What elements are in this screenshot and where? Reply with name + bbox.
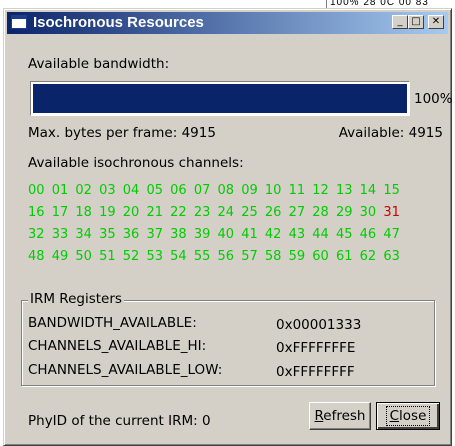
- channel-available: 11: [288, 183, 306, 198]
- channel-available: 53: [146, 249, 163, 264]
- channel-available: 22: [170, 205, 187, 220]
- register-name: CHANNELS_AVAILABLE_LOW:: [28, 362, 223, 378]
- refresh-button-label: Refresh: [314, 408, 366, 424]
- channel-row: 48 49 50 51 52 53 54 55 56 57 58 59 60 61 62 63: [28, 246, 448, 268]
- available-channels-label: Available isochronous channels:: [28, 155, 244, 171]
- channel-available: 19: [99, 205, 116, 220]
- channel-available: 07: [193, 183, 211, 198]
- window-title: Isochronous Resources: [33, 14, 204, 31]
- available-bandwidth-label: Available bandwidth:: [28, 56, 170, 72]
- channel-available: 47: [383, 227, 400, 242]
- channel-available: 33: [51, 227, 69, 242]
- channel-available: 45: [335, 227, 353, 242]
- channel-available: 54: [170, 249, 187, 264]
- channel-available: 40: [217, 227, 235, 242]
- close-window-button[interactable]: ✕: [428, 15, 444, 29]
- channel-available: 61: [335, 249, 353, 264]
- channel-available: 63: [383, 249, 400, 264]
- window-icon: [11, 15, 27, 29]
- channel-available: 02: [75, 183, 92, 198]
- channel-available: 36: [122, 227, 140, 242]
- channel-available: 21: [146, 205, 163, 220]
- channel-available: 26: [264, 205, 282, 220]
- channel-available: 56: [217, 249, 235, 264]
- channel-available: 50: [75, 249, 92, 264]
- channel-available: 34: [75, 227, 92, 242]
- channel-used: 31: [383, 205, 400, 220]
- title-bar[interactable]: Isochronous Resources _ □ ✕: [7, 12, 448, 34]
- channel-available: 09: [241, 183, 258, 198]
- register-value: 0xFFFFFFFF: [276, 364, 355, 380]
- bandwidth-progress-bar: [30, 81, 410, 116]
- bandwidth-progress-fill: [33, 84, 407, 113]
- channel-available: 35: [99, 227, 116, 242]
- channel-available: 57: [241, 249, 258, 264]
- channel-grid: 00 01 02 03 04 05 06 07 08 09 10 11 12 13 14 15 16 17 18 19…: [28, 180, 448, 268]
- channel-available: 48: [28, 249, 45, 264]
- channel-available: 24: [217, 205, 235, 220]
- channel-available: 44: [312, 227, 329, 242]
- channel-available: 15: [383, 183, 400, 198]
- close-button[interactable]: Close: [376, 402, 440, 430]
- channel-available: 06: [170, 183, 187, 198]
- channel-available: 59: [288, 249, 306, 264]
- channel-available: 51: [99, 249, 116, 264]
- close-button-label: Close: [385, 406, 431, 426]
- channel-available: 04: [122, 183, 140, 198]
- phyid-label: PhyID of the current IRM: 0: [28, 413, 211, 429]
- channel-available: 10: [264, 183, 282, 198]
- channel-available: 25: [241, 205, 258, 220]
- channel-available: 49: [51, 249, 69, 264]
- background-text: 100% 28 0C 00 83: [330, 0, 429, 8]
- channel-row: 00 01 02 03 04 05 06 07 08 09 10 11 12 13 14 15: [28, 180, 448, 202]
- refresh-button[interactable]: Refresh: [309, 402, 371, 430]
- register-name: CHANNELS_AVAILABLE_HI:: [28, 338, 207, 354]
- channel-available: 16: [28, 205, 45, 220]
- channel-available: 32: [28, 227, 45, 242]
- channel-available: 58: [264, 249, 282, 264]
- channel-available: 01: [51, 183, 69, 198]
- channel-available: 55: [193, 249, 211, 264]
- channel-available: 00: [28, 183, 45, 198]
- channel-available: 37: [146, 227, 163, 242]
- channel-available: 52: [122, 249, 140, 264]
- channel-available: 38: [170, 227, 187, 242]
- channel-available: 43: [288, 227, 306, 242]
- register-value: 0x00001333: [276, 317, 362, 333]
- channel-available: 29: [335, 205, 353, 220]
- channel-available: 08: [217, 183, 235, 198]
- register-value: 0xFFFFFFFE: [276, 340, 356, 356]
- channel-available: 28: [312, 205, 329, 220]
- channel-available: 20: [122, 205, 140, 220]
- minimize-button[interactable]: _: [392, 15, 408, 29]
- channel-available: 60: [312, 249, 329, 264]
- available-bytes-label: Available: 4915: [338, 125, 443, 141]
- channel-available: 13: [335, 183, 353, 198]
- channel-available: 46: [359, 227, 377, 242]
- channel-available: 18: [75, 205, 92, 220]
- channel-available: 27: [288, 205, 306, 220]
- background-divider: [326, 0, 327, 8]
- channel-available: 42: [264, 227, 282, 242]
- max-bytes-label: Max. bytes per frame: 4915: [28, 125, 216, 141]
- channel-available: 62: [359, 249, 377, 264]
- channel-row: 16 17 18 19 20 21 22 23 24 25 26 27 28 29 30 31: [28, 202, 448, 224]
- channel-available: 30: [359, 205, 377, 220]
- isochronous-resources-dialog: Isochronous Resources _ □ ✕ Available ba…: [3, 8, 453, 446]
- channel-available: 03: [99, 183, 116, 198]
- channel-available: 41: [241, 227, 258, 242]
- channel-available: 17: [51, 205, 69, 220]
- register-name: BANDWIDTH_AVAILABLE:: [28, 315, 197, 331]
- irm-registers-legend: IRM Registers: [28, 291, 124, 307]
- channel-available: 39: [193, 227, 211, 242]
- channel-available: 05: [146, 183, 163, 198]
- maximize-button[interactable]: □: [408, 15, 424, 29]
- bandwidth-percent: 100%: [414, 91, 453, 107]
- channel-row: 32 33 34 35 36 37 38 39 40 41 42 43 44 45 46 47: [28, 224, 448, 246]
- channel-available: 23: [193, 205, 211, 220]
- channel-available: 14: [359, 183, 377, 198]
- channel-available: 12: [312, 183, 329, 198]
